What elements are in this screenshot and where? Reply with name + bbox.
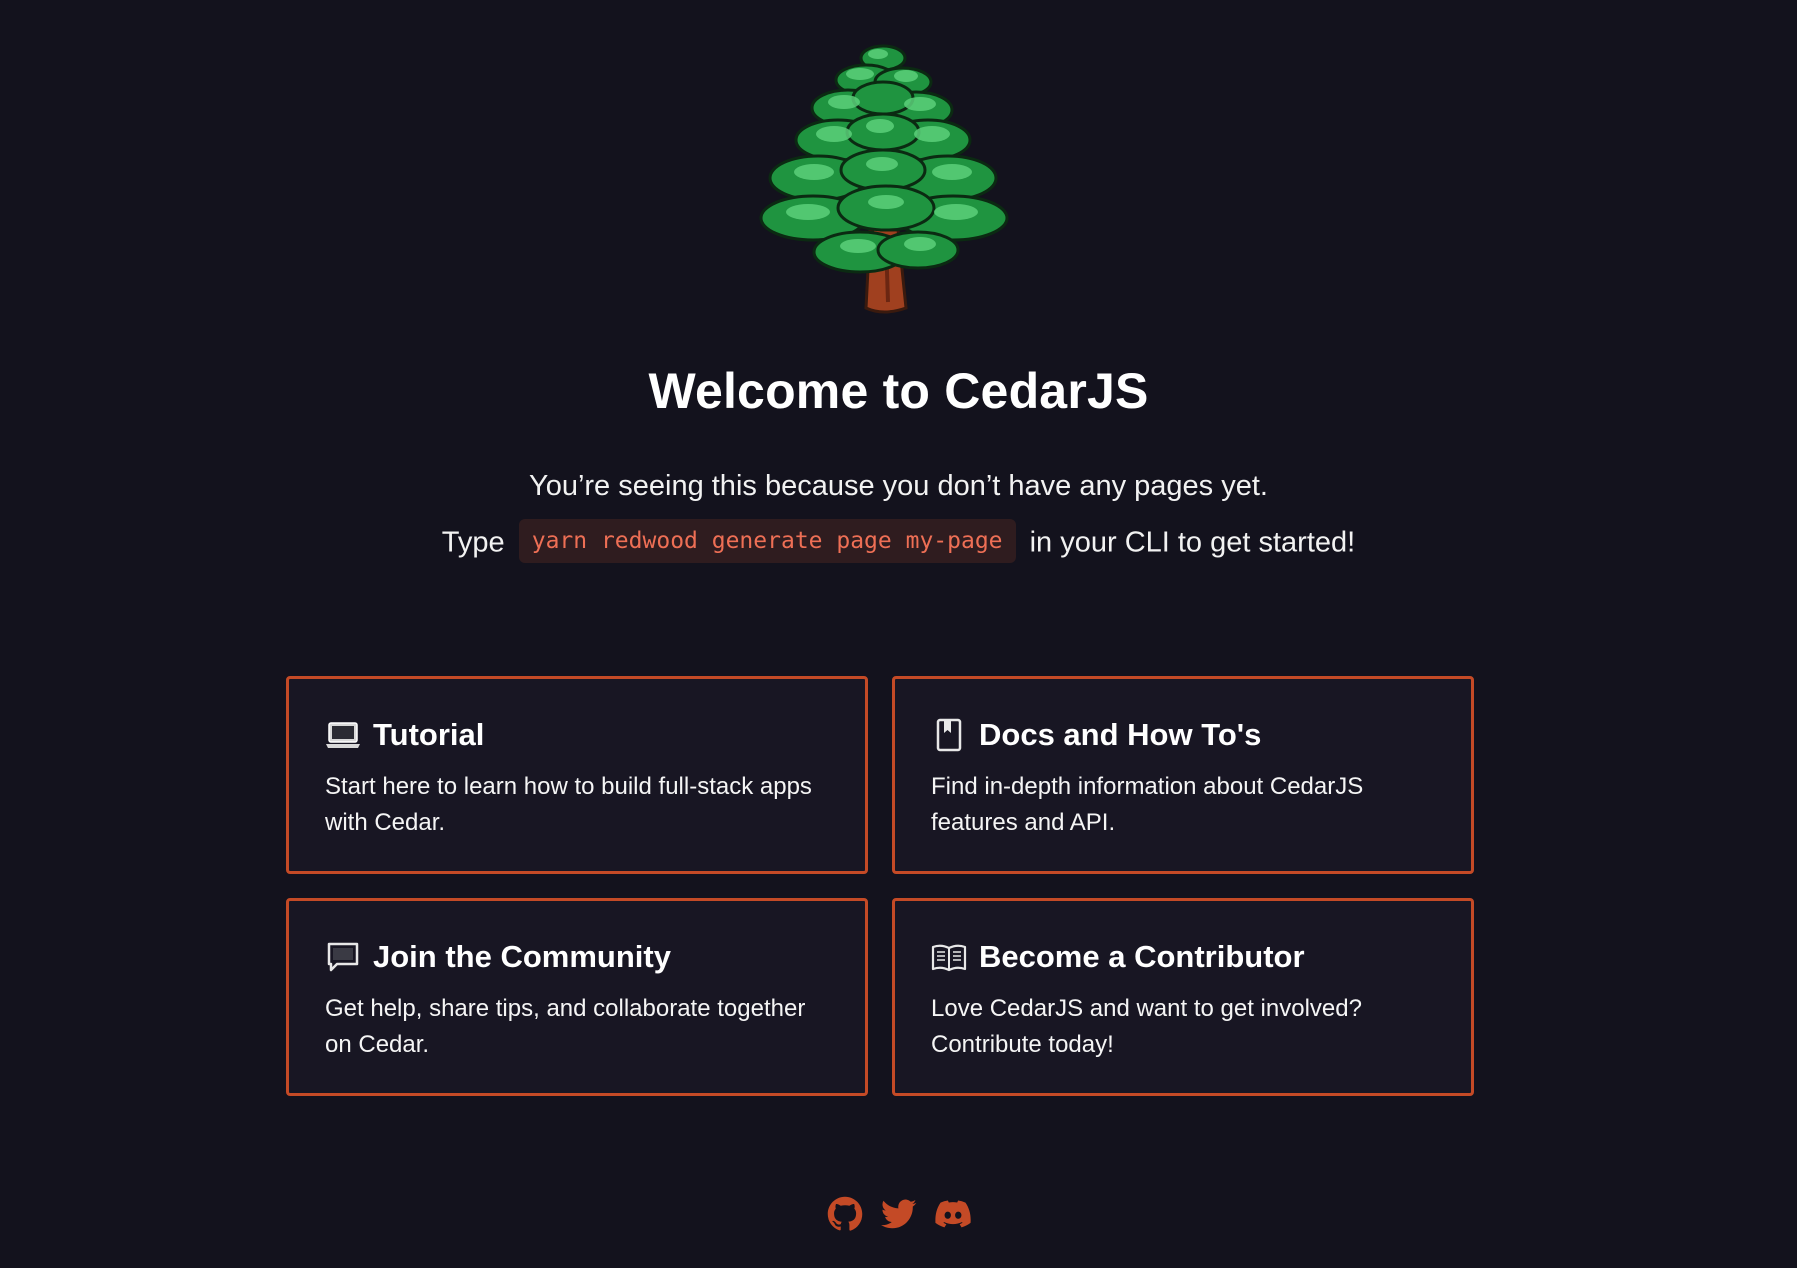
evergreen-tree-icon — [759, 44, 1009, 314]
welcome-page: Welcome to CedarJS You’re seeing this be… — [0, 0, 1797, 1268]
github-link[interactable] — [827, 1196, 863, 1232]
laptop-icon — [326, 722, 360, 748]
discord-icon — [934, 1200, 971, 1228]
twitter-link[interactable] — [880, 1196, 917, 1232]
card-description: Love CedarJS and want to get involved? C… — [931, 995, 1362, 1058]
page-title: Welcome to CedarJS — [648, 363, 1149, 419]
generate-page-command: yarn redwood generate page my-page — [518, 519, 1016, 563]
no-pages-message: You’re seeing this because you don’t hav… — [529, 470, 1268, 502]
resource-cards: Tutorial Start here to learn how to buil… — [286, 676, 1476, 1096]
community-card[interactable]: Join the Community Get help, share tips,… — [286, 898, 868, 1096]
cmd-prefix: Type — [441, 526, 505, 559]
speech-bubble-icon — [327, 942, 359, 972]
docs-card[interactable]: Docs and How To's Find in-depth informat… — [892, 676, 1474, 874]
twitter-icon — [880, 1199, 916, 1229]
open-book-icon — [931, 944, 967, 972]
contributor-card[interactable]: Become a Contributor Love CedarJS and wa… — [892, 898, 1474, 1096]
card-description: Start here to learn how to build full-st… — [325, 773, 812, 836]
get-started-instruction: Type yarn redwood generate page my-page … — [0, 519, 1797, 566]
discord-link[interactable] — [934, 1196, 971, 1232]
card-title: Docs and How To's — [979, 717, 1262, 752]
social-links — [0, 1196, 1797, 1232]
card-title: Tutorial — [373, 717, 485, 752]
card-description: Get help, share tips, and collaborate to… — [325, 995, 806, 1058]
card-title: Join the Community — [373, 939, 671, 974]
cmd-suffix: in your CLI to get started! — [1029, 526, 1356, 559]
bookmark-icon — [936, 718, 962, 752]
github-icon — [827, 1196, 862, 1231]
card-description: Find in-depth information about CedarJS … — [931, 773, 1364, 836]
card-title: Become a Contributor — [979, 939, 1305, 974]
tutorial-card[interactable]: Tutorial Start here to learn how to buil… — [286, 676, 868, 874]
